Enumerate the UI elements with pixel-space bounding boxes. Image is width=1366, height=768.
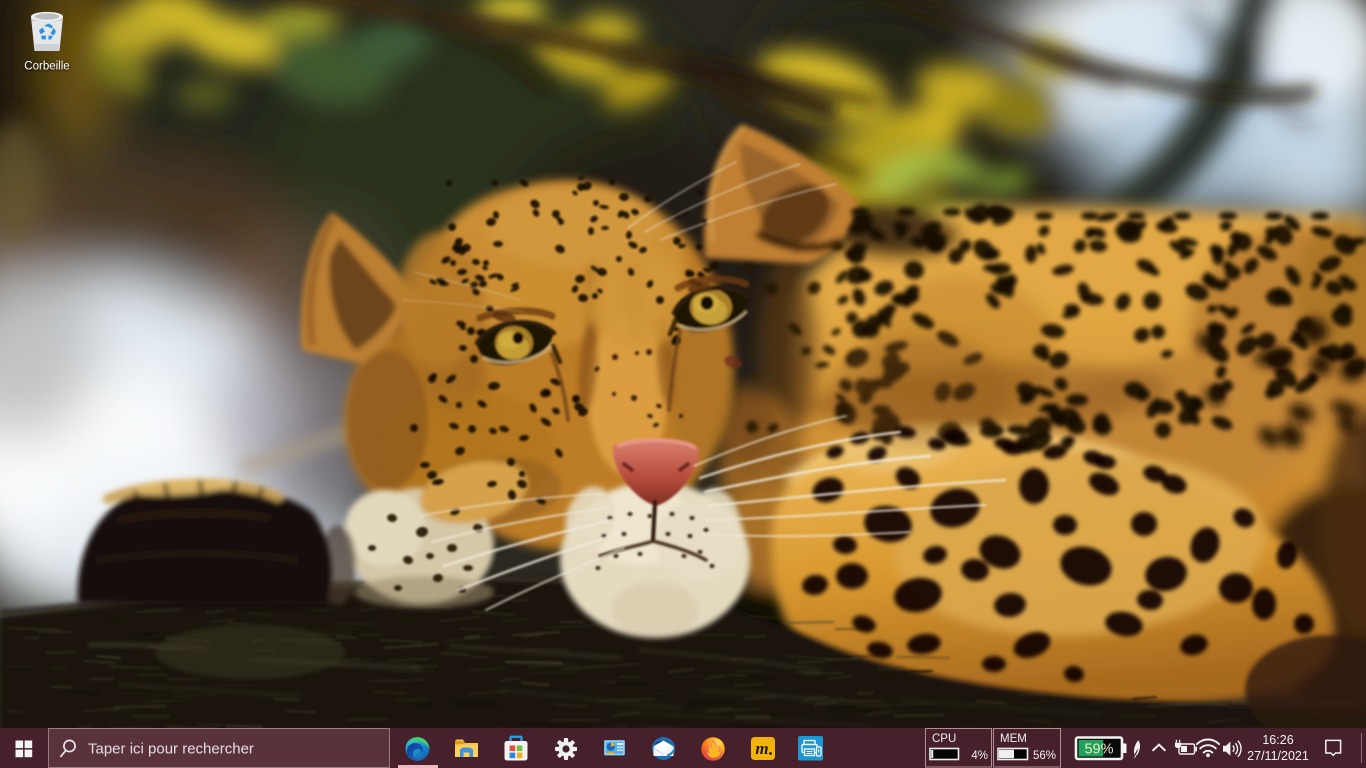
svg-text:m: m	[755, 739, 768, 758]
svg-text:59%: 59%	[1084, 742, 1113, 758]
svg-text:Taper ici pour rechercher: Taper ici pour rechercher	[88, 741, 254, 758]
svg-text:MEM: MEM	[1000, 733, 1027, 745]
svg-text:CPU: CPU	[932, 733, 956, 745]
svg-text:27/11/2021: 27/11/2021	[1247, 749, 1309, 763]
svg-text:Corbeille: Corbeille	[24, 61, 69, 73]
svg-text:56%: 56%	[1033, 750, 1056, 762]
svg-text:16:26: 16:26	[1262, 733, 1293, 747]
svg-text:4%: 4%	[971, 750, 988, 762]
